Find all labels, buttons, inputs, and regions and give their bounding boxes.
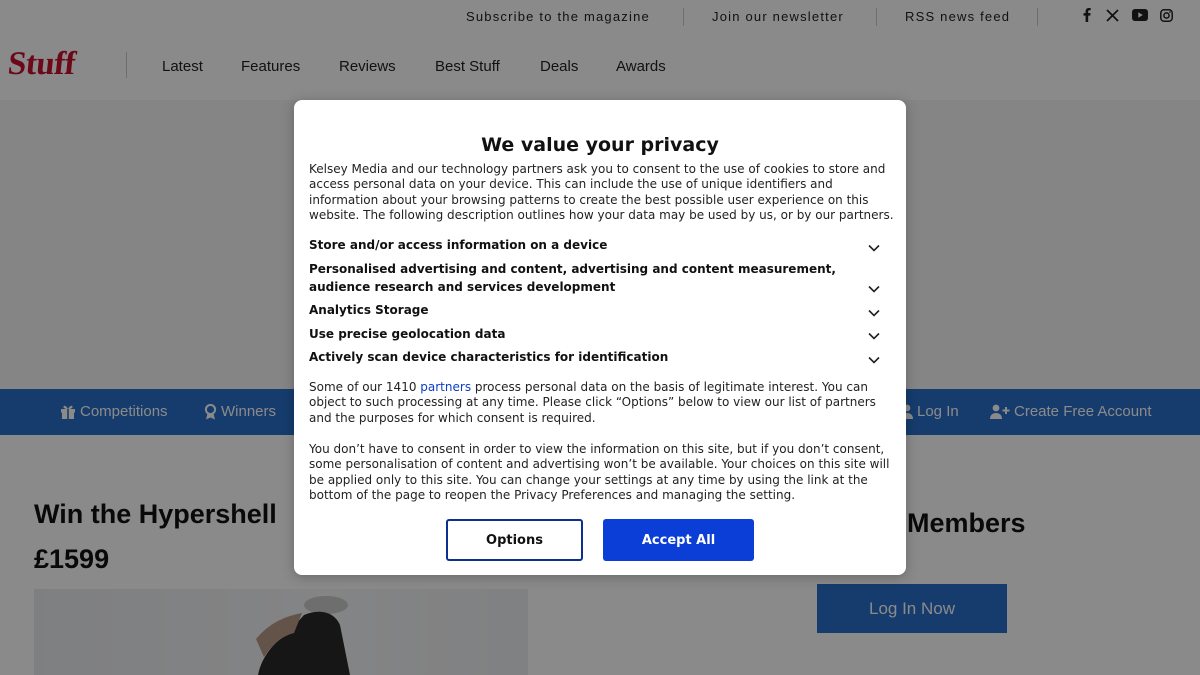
options-button[interactable]: Options xyxy=(446,519,583,561)
purpose-device-scan[interactable]: Actively scan device characteristics for… xyxy=(309,349,859,367)
chevron-down-icon[interactable] xyxy=(867,326,881,340)
legitimate-interest-text: Some of our 1410 partners process person… xyxy=(309,380,894,426)
legit-text-start: Some of our 1410 xyxy=(309,380,421,394)
partners-link[interactable]: partners xyxy=(420,380,471,394)
consent-intro: Kelsey Media and our technology partners… xyxy=(309,162,894,223)
dialog-title: We value your privacy xyxy=(481,134,719,156)
purpose-geolocation[interactable]: Use precise geolocation data xyxy=(309,326,859,344)
chevron-down-icon[interactable] xyxy=(867,350,881,364)
privacy-consent-dialog: We value your privacy Kelsey Media and o… xyxy=(294,100,906,575)
purpose-personalised-ads[interactable]: Personalised advertising and content, ad… xyxy=(309,261,859,296)
no-consent-text: You don’t have to consent in order to vi… xyxy=(309,442,890,503)
accept-all-button[interactable]: Accept All xyxy=(603,519,754,561)
purpose-store-access[interactable]: Store and/or access information on a dev… xyxy=(309,237,859,255)
chevron-down-icon[interactable] xyxy=(867,279,881,293)
purpose-analytics-storage[interactable]: Analytics Storage xyxy=(309,302,859,320)
chevron-down-icon[interactable] xyxy=(867,238,881,252)
chevron-down-icon[interactable] xyxy=(867,303,881,317)
